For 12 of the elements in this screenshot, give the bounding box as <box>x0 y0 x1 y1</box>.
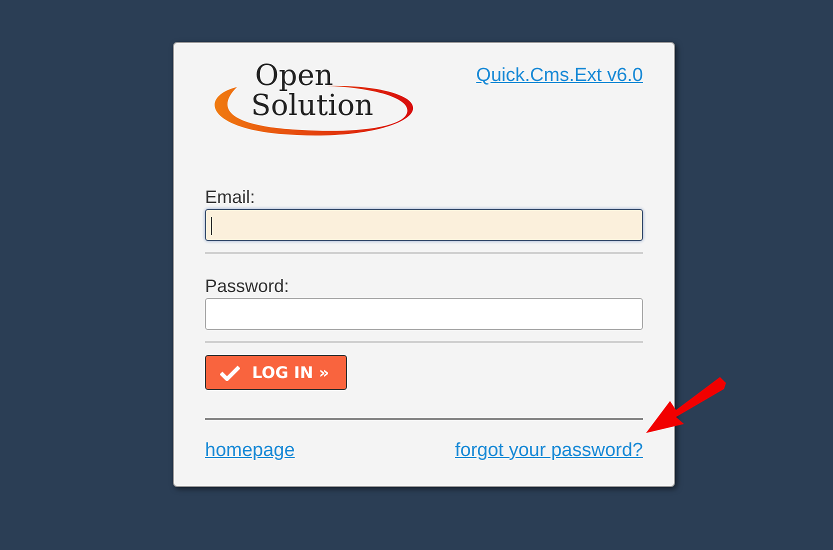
text-cursor <box>211 217 212 235</box>
homepage-link[interactable]: homepage <box>205 440 295 462</box>
email-field[interactable] <box>205 209 643 241</box>
version-link[interactable]: Quick.Cms.Ext v6.0 <box>476 65 643 87</box>
field-label: Email: <box>205 187 256 207</box>
field-label: Password: <box>205 276 290 296</box>
logo-text: Open <box>255 61 334 90</box>
checkmark-icon <box>220 364 240 380</box>
login-button[interactable]: LOG IN » <box>205 355 348 390</box>
forgot-password-link[interactable]: forgot your password? <box>455 440 643 462</box>
logo-text: Solution <box>251 91 374 120</box>
password-field[interactable] <box>205 298 643 330</box>
